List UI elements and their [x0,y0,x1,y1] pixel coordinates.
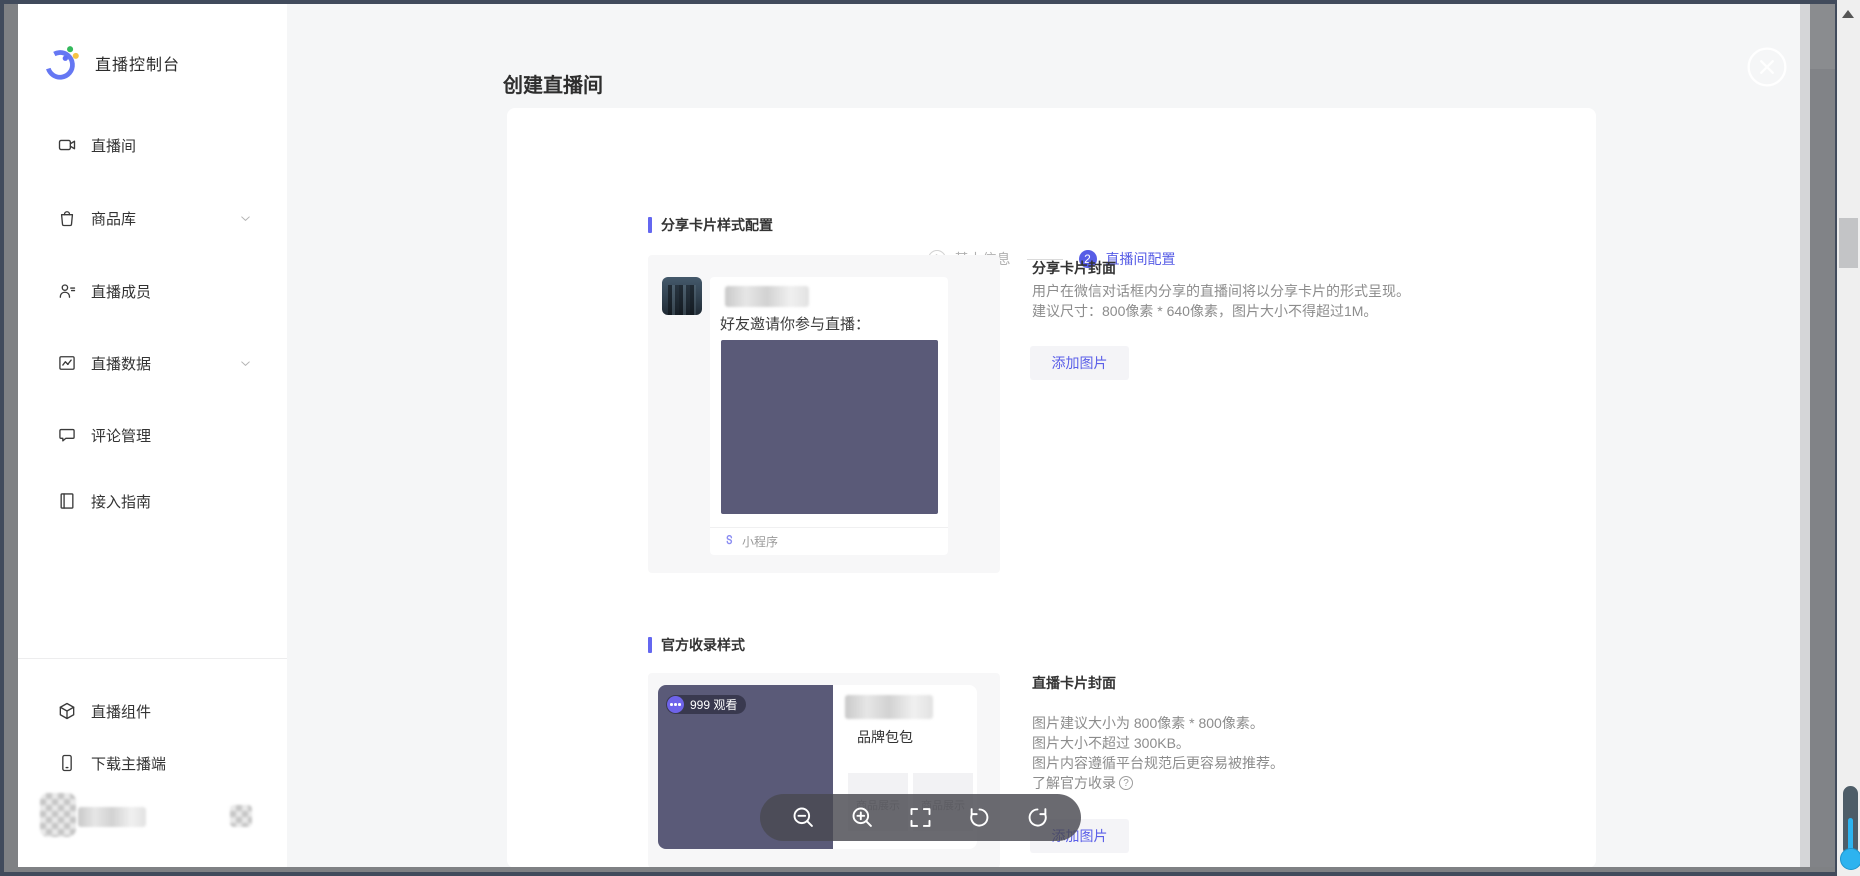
share-card-preview-panel: 好友邀请你参与直播： 小程序 [648,255,1000,573]
sidebar-item-label: 直播成员 [91,281,151,302]
fullscreen-icon[interactable] [907,804,934,831]
chat-avatar-image [662,277,702,315]
outer-scrollbar-track[interactable] [1837,0,1860,876]
thermometer-cursor-icon [1841,786,1860,874]
share-cover-placeholder [721,340,938,514]
sidebar-item-integration-guide[interactable]: 接入指南 [57,488,253,514]
inner-scrollbar-track[interactable] [1800,4,1810,868]
mini-program-footer: 小程序 [723,533,778,550]
sidebar-item-product-library[interactable]: 商品库 [57,205,253,231]
live-cover-line3: 图片内容遵循平台规范后更容易被推荐。 [1032,753,1284,773]
sidebar-item-label: 商品库 [91,208,136,229]
sidebar-item-label: 直播间 [91,135,136,156]
question-circle-icon[interactable]: ? [1119,776,1133,790]
user-extra-blur [230,805,252,827]
sidebar-item-label: 下载主播端 [91,753,166,774]
video-camera-icon [57,135,77,155]
outer-scrollbar-thumb[interactable] [1839,218,1858,268]
scroll-up-arrow-icon[interactable] [1842,10,1854,18]
phone-icon [57,753,77,773]
user-name-blur [78,807,146,827]
card-divider [710,527,948,528]
rotate-left-icon[interactable] [966,804,993,831]
section-header-official-listing: 官方收录样式 [648,635,745,655]
shopping-bag-icon [57,208,77,228]
guide-book-icon [57,491,77,511]
sidebar-item-label: 评论管理 [91,425,151,446]
mini-program-icon [723,535,736,548]
sidebar-divider [18,658,287,659]
sidebar-item-download-anchor-app[interactable]: 下载主播端 [57,750,253,776]
comment-icon [57,425,77,445]
sidebar-item-comment-management[interactable]: 评论管理 [57,422,253,448]
mini-program-label: 小程序 [742,533,778,550]
share-cover-title: 分享卡片封面 [1032,258,1116,278]
zoom-in-icon[interactable] [849,804,876,831]
close-button[interactable] [1746,46,1788,88]
add-image-button-share[interactable]: 添加图片 [1030,346,1129,380]
sidebar-item-live-components[interactable]: 直播组件 [57,698,253,724]
sidebar-item-live-data[interactable]: 直播数据 [57,350,253,376]
create-live-room-card: 1 基本信息 2 直播间配置 分享卡片样式配置 好友邀请你参与直播： [507,108,1596,868]
sidebar-item-label: 直播组件 [91,701,151,722]
zoom-out-icon[interactable] [790,804,817,831]
official-listing-link[interactable]: 了解官方收录 ? [1032,773,1133,793]
live-card-title-blur [845,695,933,719]
app-logo-row: 直播控制台 [43,44,180,82]
inner-scrollbar-thumb[interactable] [1810,4,1835,868]
viewer-count-badge: 999 观看 [666,695,746,714]
sidebar-item-live-members[interactable]: 直播成员 [57,278,253,304]
viewer-count-text: 999 观看 [690,696,737,713]
share-cover-description: 用户在微信对话框内分享的直播间将以分享卡片的形式呈现。 建议尺寸：800像素 *… [1032,281,1410,321]
live-cover-line2: 图片大小不超过 300KB。 [1032,733,1284,753]
window-frame-top [0,0,1860,4]
sidebar: 直播控制台 直播间 商品库 直播成员 [18,4,287,868]
data-chart-icon [57,353,77,373]
sidebar-item-label: 直播数据 [91,353,151,374]
chevron-down-icon[interactable] [238,211,253,226]
invite-text: 好友邀请你参与直播： [720,313,870,334]
close-circle-icon [1746,46,1788,88]
section-accent-bar [648,217,652,233]
user-avatar [40,793,76,837]
rotate-right-icon[interactable] [1024,804,1051,831]
window-frame-left [0,0,4,876]
step-label: 直播间配置 [1106,249,1176,269]
section-accent-bar [648,637,652,653]
image-viewer-toolbar [760,794,1081,841]
window-frame-left-gray [4,4,18,872]
page-title: 创建直播间 [503,69,603,98]
live-cover-title: 直播卡片封面 [1032,673,1116,693]
live-dots-icon [667,696,684,713]
chat-sender-name-blur [725,286,809,307]
app-logo-icon [43,44,81,82]
live-card-name: 品牌包包 [857,727,913,747]
members-icon [57,281,77,301]
sidebar-item-live-room[interactable]: 直播间 [57,132,253,158]
sidebar-user-row[interactable] [18,784,287,854]
live-cover-line1: 图片建议大小为 800像素 * 800像素。 [1032,713,1284,733]
screen: 直播控制台 直播间 商品库 直播成员 [0,0,1860,876]
section-header-share-card: 分享卡片样式配置 [648,215,773,235]
share-cover-line2: 建议尺寸：800像素 * 640像素，图片大小不得超过1M。 [1032,301,1410,321]
share-cover-line1: 用户在微信对话框内分享的直播间将以分享卡片的形式呈现。 [1032,281,1410,301]
wechat-share-card: 好友邀请你参与直播： 小程序 [710,277,948,555]
app-title: 直播控制台 [95,51,180,75]
window-frame-bottom [0,872,1860,876]
chevron-down-icon[interactable] [238,356,253,371]
sidebar-item-label: 接入指南 [91,491,151,512]
live-cover-description: 图片建议大小为 800像素 * 800像素。 图片大小不超过 300KB。 图片… [1032,713,1284,773]
cube-icon [57,701,77,721]
